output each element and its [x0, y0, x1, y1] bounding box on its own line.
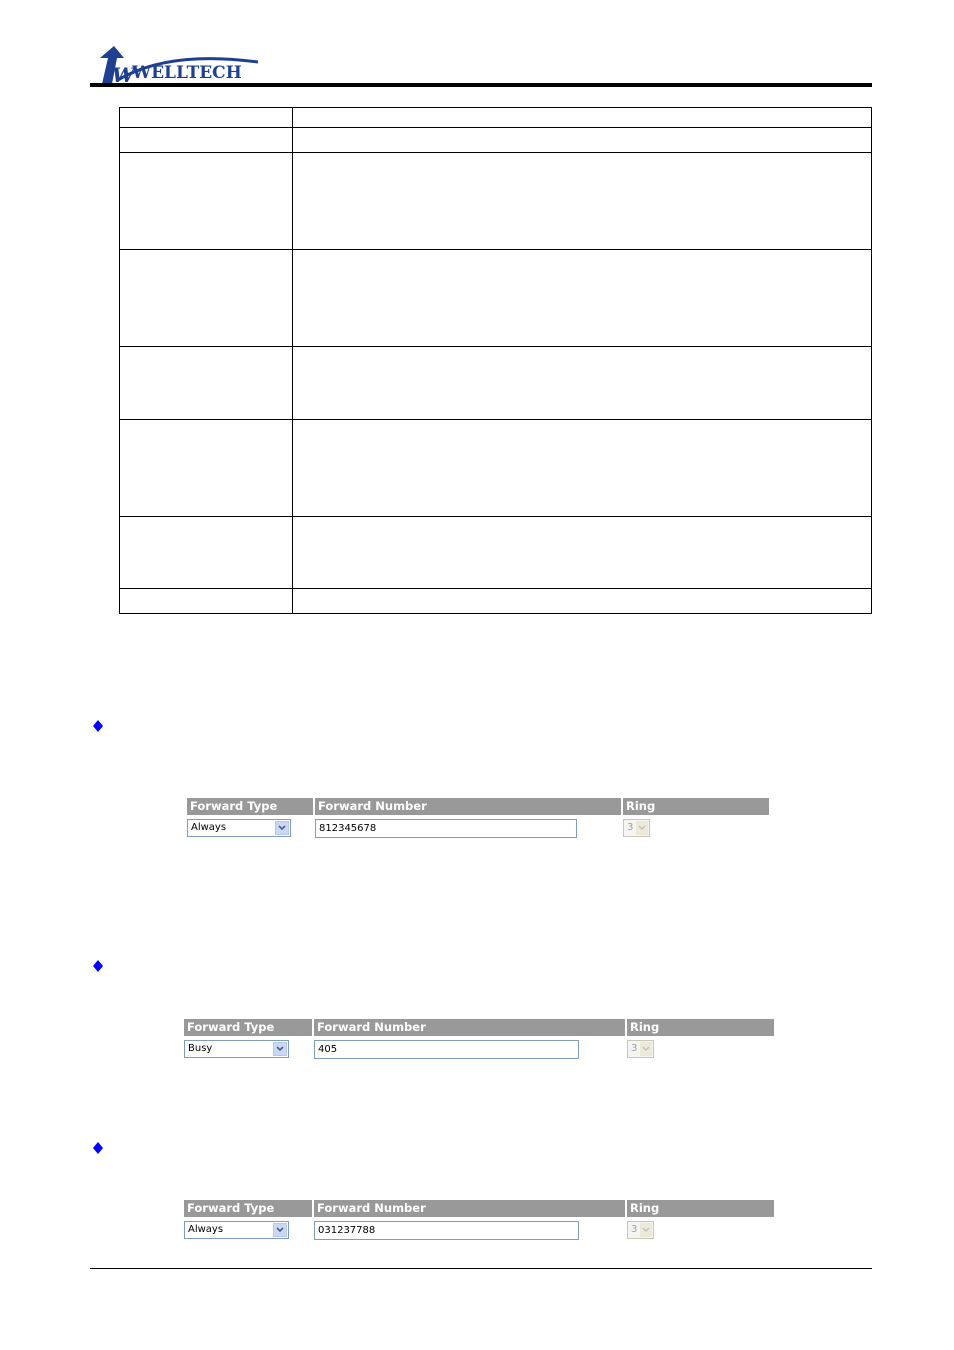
table-cell-description: [292, 152, 872, 250]
forward-type-value: Busy: [188, 1043, 213, 1054]
forward-type-select[interactable]: Always: [187, 819, 291, 837]
call-forward-form-always: Forward Type Forward Number Ring Always …: [187, 798, 770, 840]
forward-type-value: Always: [191, 822, 227, 833]
table-cell-label: [119, 346, 293, 420]
ring-header: Ring: [627, 1019, 774, 1036]
table-cell-label: [119, 419, 293, 517]
header-rule: [90, 83, 872, 87]
forward-number-header: Forward Number: [314, 1019, 625, 1036]
diamond-bullet-icon: [93, 1142, 103, 1154]
chevron-down-icon[interactable]: [275, 821, 289, 835]
forward-type-header: Forward Type: [187, 798, 313, 815]
forward-type-value: Always: [188, 1224, 224, 1235]
forward-type-header: Forward Type: [184, 1200, 312, 1217]
table-cell-description: [292, 588, 872, 614]
chevron-down-icon: [636, 821, 648, 835]
chevron-down-icon: [640, 1042, 652, 1056]
table-cell-label: [119, 516, 293, 589]
description-table: [119, 107, 872, 614]
ring-header: Ring: [627, 1200, 774, 1217]
forward-number-header: Forward Number: [314, 1200, 625, 1217]
ring-select[interactable]: 3: [627, 1040, 654, 1058]
forward-number-input[interactable]: 812345678: [315, 819, 577, 838]
forward-type-select[interactable]: Busy: [184, 1040, 289, 1058]
ring-value: 3: [627, 822, 634, 833]
chevron-down-icon[interactable]: [273, 1223, 287, 1237]
table-row: [119, 249, 872, 347]
table-row: [119, 419, 872, 517]
table-cell-description: [292, 127, 872, 153]
call-forward-form-always-2: Forward Type Forward Number Ring Always …: [184, 1200, 775, 1242]
table-cell-description: [292, 419, 872, 517]
table-row: [119, 516, 872, 589]
table-cell-label: [119, 107, 293, 128]
brand-name: WELLTECH: [131, 63, 242, 83]
table-cell-label: [119, 588, 293, 614]
forward-number-input[interactable]: 405: [314, 1040, 579, 1059]
forward-type-header: Forward Type: [184, 1019, 312, 1036]
welltech-logo: W WELLTECH: [98, 44, 263, 87]
table-row: [119, 346, 872, 420]
table-row: [119, 588, 872, 614]
forward-type-select[interactable]: Always: [184, 1221, 289, 1239]
ring-value: 3: [631, 1224, 638, 1235]
table-cell-label: [119, 127, 293, 153]
forward-number-input[interactable]: 031237788: [314, 1221, 579, 1240]
ring-value: 3: [631, 1043, 638, 1054]
table-cell-description: [292, 516, 872, 589]
ring-select[interactable]: 3: [627, 1221, 654, 1239]
table-row: [119, 107, 872, 128]
chevron-down-icon[interactable]: [273, 1042, 287, 1056]
table-cell-description: [292, 249, 872, 347]
ring-header: Ring: [623, 798, 769, 815]
diamond-bullet-icon: [93, 720, 103, 732]
table-cell-label: [119, 249, 293, 347]
table-row: [119, 152, 872, 250]
diamond-bullet-icon: [93, 960, 103, 972]
forward-number-header: Forward Number: [315, 798, 621, 815]
logo-graphic: W WELLTECH: [100, 46, 259, 87]
table-row: [119, 127, 872, 153]
ring-select[interactable]: 3: [623, 819, 650, 837]
table-cell-description: [292, 107, 872, 128]
chevron-down-icon: [640, 1223, 652, 1237]
footer-rule: [90, 1268, 872, 1269]
table-cell-description: [292, 346, 872, 420]
call-forward-form-busy: Forward Type Forward Number Ring Busy 40…: [184, 1019, 775, 1061]
table-cell-label: [119, 152, 293, 250]
